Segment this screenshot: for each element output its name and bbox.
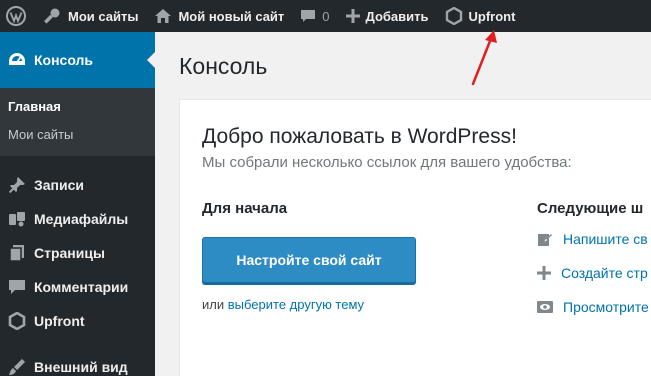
customize-site-button[interactable]: Настройте свой сайт (202, 237, 416, 283)
sidebar-item-upfront-label: Upfront (34, 313, 85, 329)
menu-separator (0, 338, 155, 350)
dashboard-gauge-icon (9, 53, 25, 65)
sidebar-item-media-label: Медиафайлы (34, 211, 129, 227)
change-theme-link[interactable]: выберите другую тему (228, 297, 364, 312)
upfront-hexagon-icon (445, 7, 462, 25)
add-new-label: Добавить (365, 8, 429, 24)
menu-separator (0, 156, 155, 168)
next-step-view-site[interactable]: Просмотрите (537, 299, 649, 315)
sidebar-item-pages[interactable]: Страницы (0, 236, 155, 270)
upfront-label: Upfront (468, 8, 516, 24)
admin-bar: Мои сайты Мой новый сайт 0 Добавить Upfr… (0, 0, 651, 32)
next-step-write-post-label: Напишите св (563, 231, 648, 247)
next-step-write-post[interactable]: Напишите св (537, 231, 648, 247)
sidebar-item-comments-label: Комментарии (34, 279, 129, 295)
welcome-panel: Добро пожаловать в WordPress! Мы собрали… (179, 99, 651, 376)
pages-icon (9, 245, 24, 262)
sidebar-item-comments[interactable]: Комментарии (0, 270, 155, 304)
page-title: Консоль (179, 53, 268, 79)
wordpress-logo-icon (6, 6, 26, 26)
sidebar-item-pages-label: Страницы (34, 245, 105, 261)
welcome-subtitle: Мы собрали несколько ссылок для вашего у… (202, 154, 572, 171)
dashboard-submenu: Главная Мои сайты (0, 88, 155, 156)
home-icon (155, 9, 172, 23)
sites-icon (44, 8, 60, 24)
wordpress-menu[interactable] (0, 0, 36, 32)
comment-bubble-icon (301, 10, 316, 22)
sidebar-item-appearance-label: Внешний вид (34, 359, 128, 375)
view-site-icon (537, 301, 553, 313)
change-theme-prefix: или (202, 297, 225, 312)
get-started-heading: Для начала (202, 200, 288, 217)
sidebar-item-upfront[interactable]: Upfront (0, 304, 155, 338)
site-name-label: Мой новый сайт (178, 8, 285, 24)
welcome-title: Добро пожаловать в WordPress! (202, 125, 517, 148)
sidebar-item-dashboard-label: Консоль (34, 52, 94, 68)
plus-icon (537, 266, 551, 280)
next-step-view-site-label: Просмотрите (563, 299, 649, 315)
next-step-add-page-label: Создайте стр (561, 265, 648, 281)
sidebar-item-appearance[interactable]: Внешний вид (0, 350, 155, 376)
my-sites-label: Мои сайты (68, 8, 139, 24)
next-steps-heading: Следующие ш (537, 200, 644, 217)
my-sites-menu[interactable]: Мои сайты (36, 0, 146, 32)
comments-menu[interactable]: 0 (292, 0, 337, 32)
annotation-arrow-icon (471, 30, 497, 86)
appearance-icon (9, 359, 25, 375)
next-step-add-page[interactable]: Создайте стр (537, 265, 648, 281)
admin-sidebar: Консоль Главная Мои сайты Записи Медиафа… (0, 32, 155, 376)
edit-page-icon (538, 233, 553, 246)
media-icon (9, 212, 25, 227)
sidebar-item-posts-label: Записи (34, 177, 85, 193)
change-theme-line: или выберите другую тему (202, 297, 364, 312)
sidebar-item-dashboard[interactable]: Консоль (0, 32, 155, 88)
upfront-icon (8, 312, 26, 330)
sidebar-item-media[interactable]: Медиафайлы (0, 202, 155, 236)
comments-count: 0 (322, 8, 330, 24)
sidebar-item-posts[interactable]: Записи (0, 168, 155, 202)
add-new-menu[interactable]: Добавить (338, 0, 437, 32)
submenu-item-my-sites[interactable]: Мои сайты (0, 120, 155, 148)
submenu-item-home[interactable]: Главная (0, 92, 155, 120)
site-name-menu[interactable]: Мой новый сайт (146, 0, 292, 32)
comments-icon (9, 280, 25, 294)
plus-icon (345, 9, 360, 23)
pin-icon (8, 177, 25, 194)
